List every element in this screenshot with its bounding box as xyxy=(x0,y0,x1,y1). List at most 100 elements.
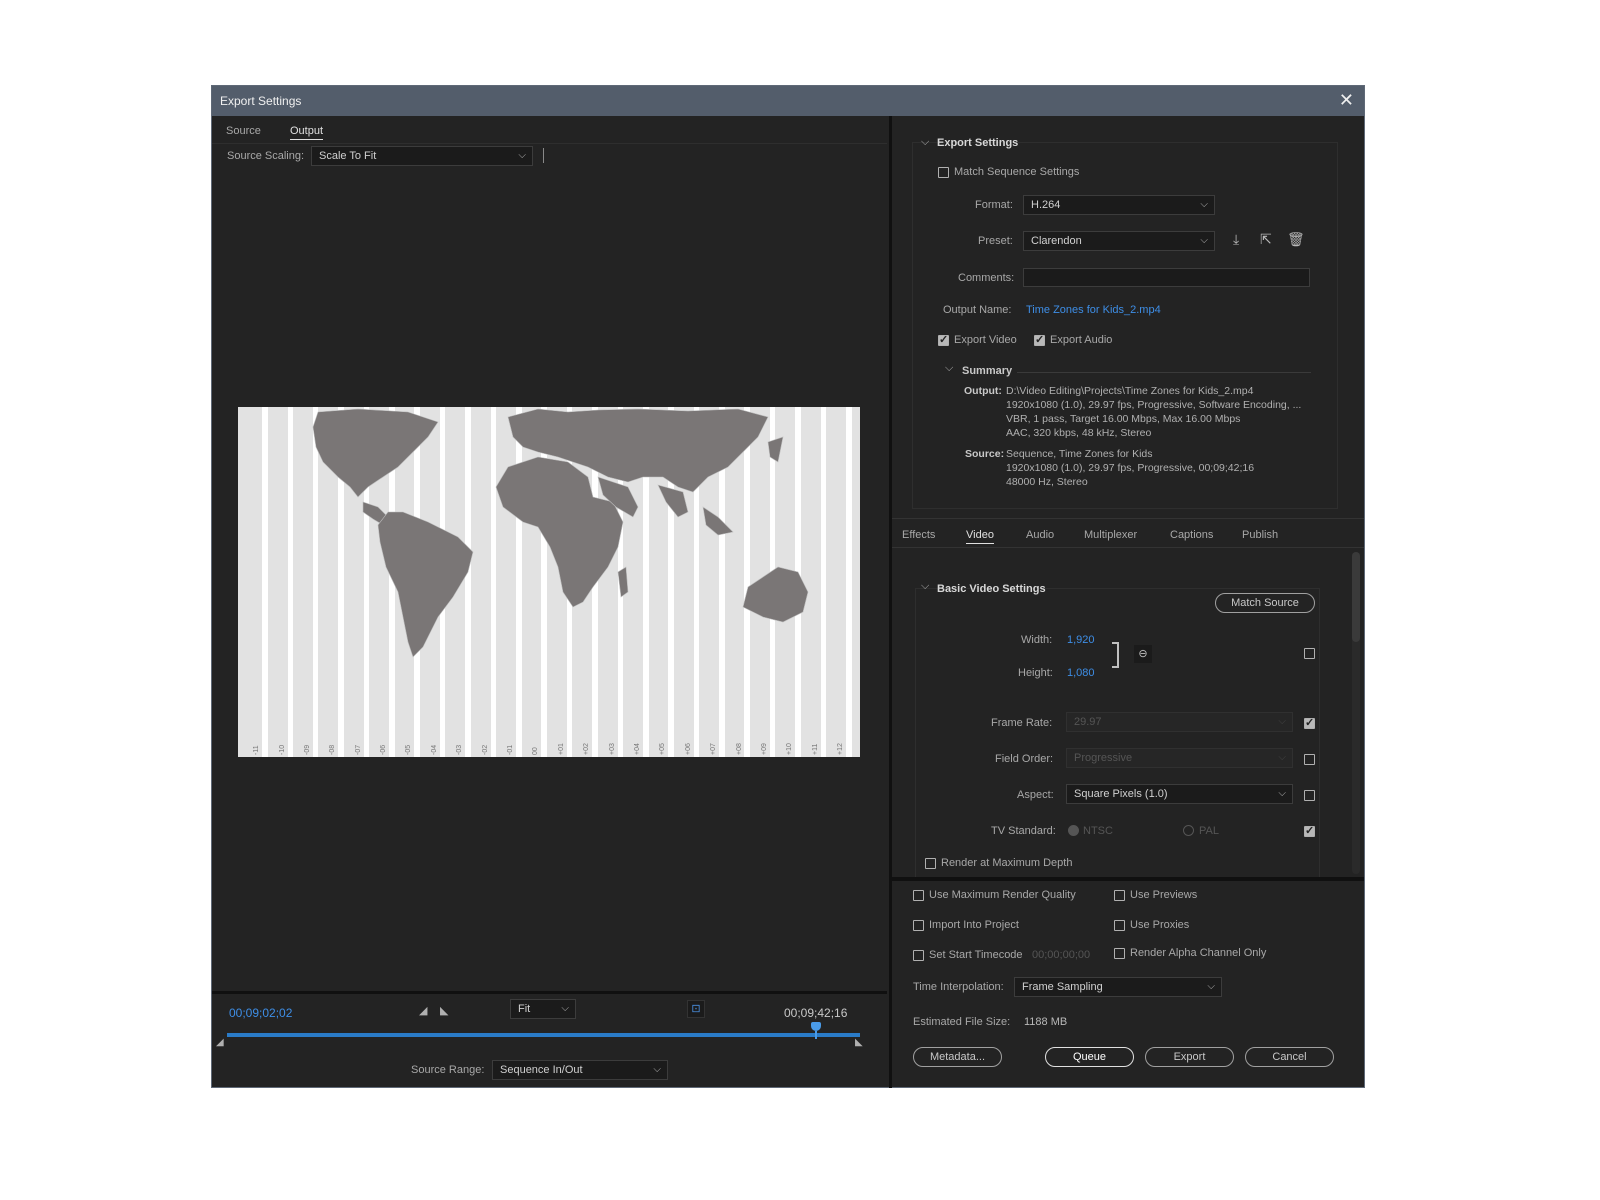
render-max-depth-label: Render at Maximum Depth xyxy=(941,857,1073,869)
mark-in-icon[interactable]: ◢ xyxy=(419,1004,427,1017)
timezone-label: +03 xyxy=(608,743,616,755)
link-icon[interactable]: ⊖ xyxy=(1134,645,1152,663)
width-value[interactable]: 1,920 xyxy=(1067,634,1095,646)
tv-standard-override-checkbox[interactable] xyxy=(1304,824,1315,837)
aspect-override-checkbox[interactable] xyxy=(1304,790,1315,801)
use-previews-checkbox[interactable] xyxy=(1114,890,1125,901)
timezone-label: +04 xyxy=(633,743,641,755)
source-scaling-dropdown[interactable]: Scale To Fit ⌵ xyxy=(311,146,533,166)
tab-multiplexer[interactable]: Multiplexer xyxy=(1084,529,1137,541)
ntsc-radio[interactable] xyxy=(1068,825,1079,836)
pal-radio[interactable] xyxy=(1183,825,1194,836)
chevron-down-icon: ⌵ xyxy=(1278,752,1286,763)
panel-splitter[interactable] xyxy=(889,116,892,1088)
aspect-dropdown[interactable]: Square Pixels (1.0) ⌵ xyxy=(1066,784,1293,804)
timezone-label: +10 xyxy=(786,743,794,755)
dimensions-override-checkbox[interactable] xyxy=(1304,648,1315,659)
chevron-down-icon: ⌵ xyxy=(561,1003,569,1014)
render-alpha-label: Render Alpha Channel Only xyxy=(1130,947,1267,959)
zoom-dropdown[interactable]: Fit ⌵ xyxy=(510,999,576,1019)
field-order-dropdown[interactable]: Progressive ⌵ xyxy=(1066,748,1293,768)
height-label: Height: xyxy=(1018,667,1053,679)
source-range-label: Source Range: xyxy=(411,1064,485,1076)
in-point-handle[interactable]: ◢ xyxy=(216,1037,224,1048)
aspect-toggle-icon[interactable]: ⊡ xyxy=(687,1000,705,1018)
chevron-down-icon: ⌵ xyxy=(1200,235,1208,246)
chevron-down-icon: ⌵ xyxy=(1278,716,1286,727)
summary-rule xyxy=(1017,372,1311,373)
summary-collapse-icon[interactable]: ⌵ xyxy=(945,362,953,375)
tab-captions[interactable]: Captions xyxy=(1170,529,1213,541)
timezone-label: -10 xyxy=(278,744,286,755)
output-name-link[interactable]: Time Zones for Kids_2.mp4 xyxy=(1026,304,1161,316)
summary-output-line: AAC, 320 kbps, 48 kHz, Stereo xyxy=(1006,427,1152,439)
playhead[interactable] xyxy=(810,1022,821,1039)
toolbar-divider xyxy=(543,148,544,163)
summary-source-details: Sequence, Time Zones for Kids 1920x1080 … xyxy=(1006,447,1254,489)
tab-audio[interactable]: Audio xyxy=(1026,529,1054,541)
source-range-dropdown[interactable]: Sequence In/Out ⌵ xyxy=(492,1060,668,1080)
chevron-down-icon: ⌵ xyxy=(1278,788,1286,799)
summary-output-label: Output: xyxy=(964,385,1002,397)
scrollbar-track[interactable] xyxy=(1352,552,1360,874)
bottom-splitter[interactable] xyxy=(892,877,1364,881)
basic-video-section xyxy=(915,588,1320,879)
start-timecode-value[interactable]: 00;00;00;00 xyxy=(1032,949,1090,961)
set-start-timecode-checkbox[interactable] xyxy=(913,950,924,961)
format-dropdown[interactable]: H.264 ⌵ xyxy=(1023,195,1215,215)
basic-video-heading: Basic Video Settings xyxy=(937,583,1046,595)
aspect-label: Aspect: xyxy=(1017,789,1054,801)
export-audio-checkbox[interactable] xyxy=(1034,333,1045,346)
tab-source[interactable]: Source xyxy=(226,125,261,137)
max-render-quality-label: Use Maximum Render Quality xyxy=(929,889,1076,901)
preset-dropdown[interactable]: Clarendon ⌵ xyxy=(1023,231,1215,251)
import-into-project-label: Import Into Project xyxy=(929,919,1019,931)
timezone-label: +02 xyxy=(583,743,591,755)
frame-rate-label: Frame Rate: xyxy=(991,717,1053,729)
tab-publish[interactable]: Publish xyxy=(1242,529,1278,541)
field-order-override-checkbox[interactable] xyxy=(1304,754,1315,765)
match-source-button[interactable]: Match Source xyxy=(1215,593,1315,613)
delete-preset-icon[interactable]: 🗑 xyxy=(1287,231,1305,248)
close-icon[interactable]: ✕ xyxy=(1339,90,1354,111)
time-interpolation-dropdown[interactable]: Frame Sampling ⌵ xyxy=(1014,977,1222,997)
metadata-button[interactable]: Metadata... xyxy=(913,1047,1002,1067)
tab-effects[interactable]: Effects xyxy=(902,529,935,541)
ntsc-label: NTSC xyxy=(1083,825,1113,837)
comments-field[interactable] xyxy=(1023,268,1310,287)
cancel-button[interactable]: Cancel xyxy=(1245,1047,1334,1067)
summary-source-line: Sequence, Time Zones for Kids xyxy=(1006,448,1153,460)
import-preset-icon[interactable]: ⇱ xyxy=(1260,231,1272,248)
height-value[interactable]: 1,080 xyxy=(1067,667,1095,679)
render-alpha-checkbox[interactable] xyxy=(1114,948,1125,959)
export-video-checkbox[interactable] xyxy=(938,333,949,346)
video-collapse-icon[interactable]: ⌵ xyxy=(921,580,929,593)
mark-out-icon[interactable]: ◣ xyxy=(440,1004,448,1017)
chevron-down-icon: ⌵ xyxy=(1200,199,1208,210)
end-timecode: 00;09;42;16 xyxy=(784,1006,848,1020)
pal-label: PAL xyxy=(1199,825,1219,837)
match-sequence-checkbox[interactable] xyxy=(938,167,949,178)
out-point-handle[interactable]: ◣ xyxy=(855,1037,863,1048)
max-render-quality-checkbox[interactable] xyxy=(913,890,924,901)
timezone-label: +05 xyxy=(659,743,667,755)
scrollbar-thumb[interactable] xyxy=(1352,552,1360,642)
import-into-project-checkbox[interactable] xyxy=(913,920,924,931)
frame-rate-override-checkbox[interactable] xyxy=(1304,716,1315,729)
frame-rate-dropdown[interactable]: 29.97 ⌵ xyxy=(1066,712,1293,732)
export-button[interactable]: Export xyxy=(1145,1047,1234,1067)
queue-button[interactable]: Queue xyxy=(1045,1047,1134,1067)
use-proxies-checkbox[interactable] xyxy=(1114,920,1125,931)
collapse-icon[interactable]: ⌵ xyxy=(921,136,929,149)
save-preset-icon[interactable]: ⤓ xyxy=(1233,231,1239,248)
timezone-label: -02 xyxy=(481,744,489,755)
current-timecode[interactable]: 00;09;02;02 xyxy=(229,1006,292,1020)
timezone-label: +08 xyxy=(735,743,743,755)
timeline-range-bar[interactable] xyxy=(227,1033,860,1037)
tab-output[interactable]: Output xyxy=(290,125,324,140)
preview-image: -11 -10 -09 -08 -07 -06 -05 -04 -03 -02 -01 00 +01 +0… xyxy=(238,407,860,757)
aspect-value: Square Pixels (1.0) xyxy=(1074,788,1168,800)
use-previews-label: Use Previews xyxy=(1130,889,1198,901)
render-max-depth-checkbox[interactable] xyxy=(925,858,936,869)
tab-video[interactable]: Video xyxy=(966,529,994,544)
